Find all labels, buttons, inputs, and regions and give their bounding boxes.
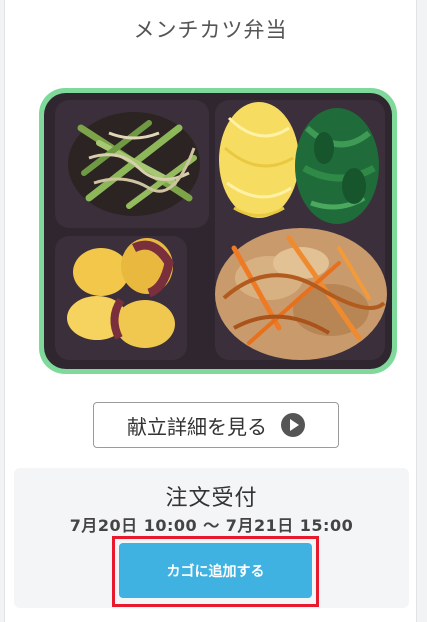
add-to-cart-button[interactable]: カゴに追加する [119, 543, 312, 598]
spinach [295, 108, 379, 224]
play-circle-icon [281, 413, 305, 437]
view-menu-details-label: 献立詳細を見る [127, 414, 267, 439]
order-panel: 注文受付 7月20日 10:00 ～ 7月21日 15:00 カゴに追加する [14, 468, 409, 608]
bento-image [39, 88, 397, 374]
egg-strips [219, 102, 299, 218]
product-title: メンチカツ弁当 [133, 18, 288, 42]
product-card: メンチカツ弁当 献立詳細を見る 注文受付 7月20日 10:00 ～ 7月21日… [4, 0, 417, 622]
stir-fried-pork [215, 228, 387, 360]
order-status: 注文受付 [165, 486, 258, 511]
hijiki-salad [68, 112, 200, 216]
view-menu-details-button[interactable]: 献立詳細を見る [93, 402, 339, 448]
order-period: 7月20日 10:00 ～ 7月21日 15:00 [69, 516, 354, 535]
